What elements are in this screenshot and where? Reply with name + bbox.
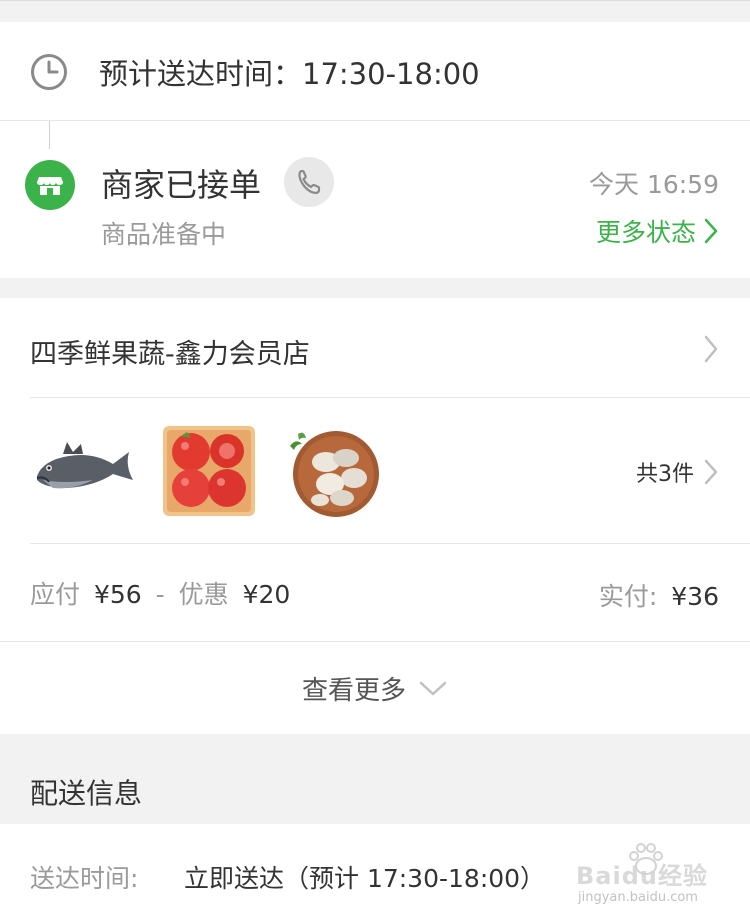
phone-icon [298,169,321,195]
store-icon [37,177,63,195]
paid-amount: ¥36 [671,582,719,611]
store-name: 四季鲜果蔬-鑫力会员店 [30,339,310,370]
discount-amount: ¥20 [242,580,291,609]
mushrooms-thumbnail [290,431,379,517]
view-more-label: 查看更多 [301,675,406,706]
paid-label: 实付: [598,582,658,611]
store-status-icon [25,160,75,210]
top-divider [0,0,750,1]
items-row[interactable]: 共3件 [0,398,750,544]
delivery-info-card: 送达时间: 立即送达（预计 17:30-18:00） Baidu经验 jingy… [0,824,750,918]
items-count: 共3件 [636,462,694,487]
status-title: 商家已接单 [101,166,262,204]
payment-row: 应付 ¥56 - 优惠 ¥20 实付: ¥36 [0,544,750,641]
paid-summary: 实付: ¥36 [599,577,719,613]
watermark-brand: Baidu经验 [576,862,708,890]
payment-summary: 应付 ¥56 - 优惠 ¥20 [30,575,290,611]
store-row[interactable]: 四季鲜果蔬-鑫力会员店 [0,298,750,397]
discount-label: 优惠 [178,580,229,609]
call-merchant-button[interactable] [284,157,334,207]
fish-thumbnail [36,442,133,489]
timeline-connector [49,121,50,149]
chevron-right-icon [704,218,718,244]
status-time: 今天 16:59 [589,170,719,199]
items-count-link[interactable]: 共3件 [636,455,720,489]
status-subtitle: 商品准备中 [101,220,227,249]
chevron-right-icon [704,335,718,363]
eta-divider [0,120,750,121]
clock-icon [31,54,67,90]
due-label: 应付 [30,580,81,609]
delivery-time-label: 送达时间: [30,864,139,893]
chevron-right-icon [704,459,718,485]
discount-separator: - [155,580,165,609]
order-detail-card: 四季鲜果蔬-鑫力会员店 共3件 应付 ¥56 - 优惠 ¥20 实付: ¥36 … [0,298,750,734]
chevron-down-icon [419,681,447,696]
delivery-time-value: 立即送达（预计 17:30-18:00） [184,864,546,893]
more-status-link[interactable]: 更多状态 [596,213,720,249]
eta-label: 预计送达时间：17:30-18:00 [99,57,480,91]
more-status-label: 更多状态 [595,218,696,247]
tomatoes-thumbnail [163,426,255,516]
view-more-button[interactable]: 查看更多 [0,642,750,734]
watermark-url: jingyan.baidu.com [578,890,698,905]
delivery-section-header: 配送信息 [0,734,750,824]
delivery-section-title: 配送信息 [30,777,143,810]
order-status-card: 预计送达时间：17:30-18:00 商家已接单 今天 16:59 商品准备中 … [0,22,750,278]
due-amount: ¥56 [93,580,142,609]
baidu-jingyan-watermark: Baidu经验 jingyan.baidu.com [576,842,746,910]
